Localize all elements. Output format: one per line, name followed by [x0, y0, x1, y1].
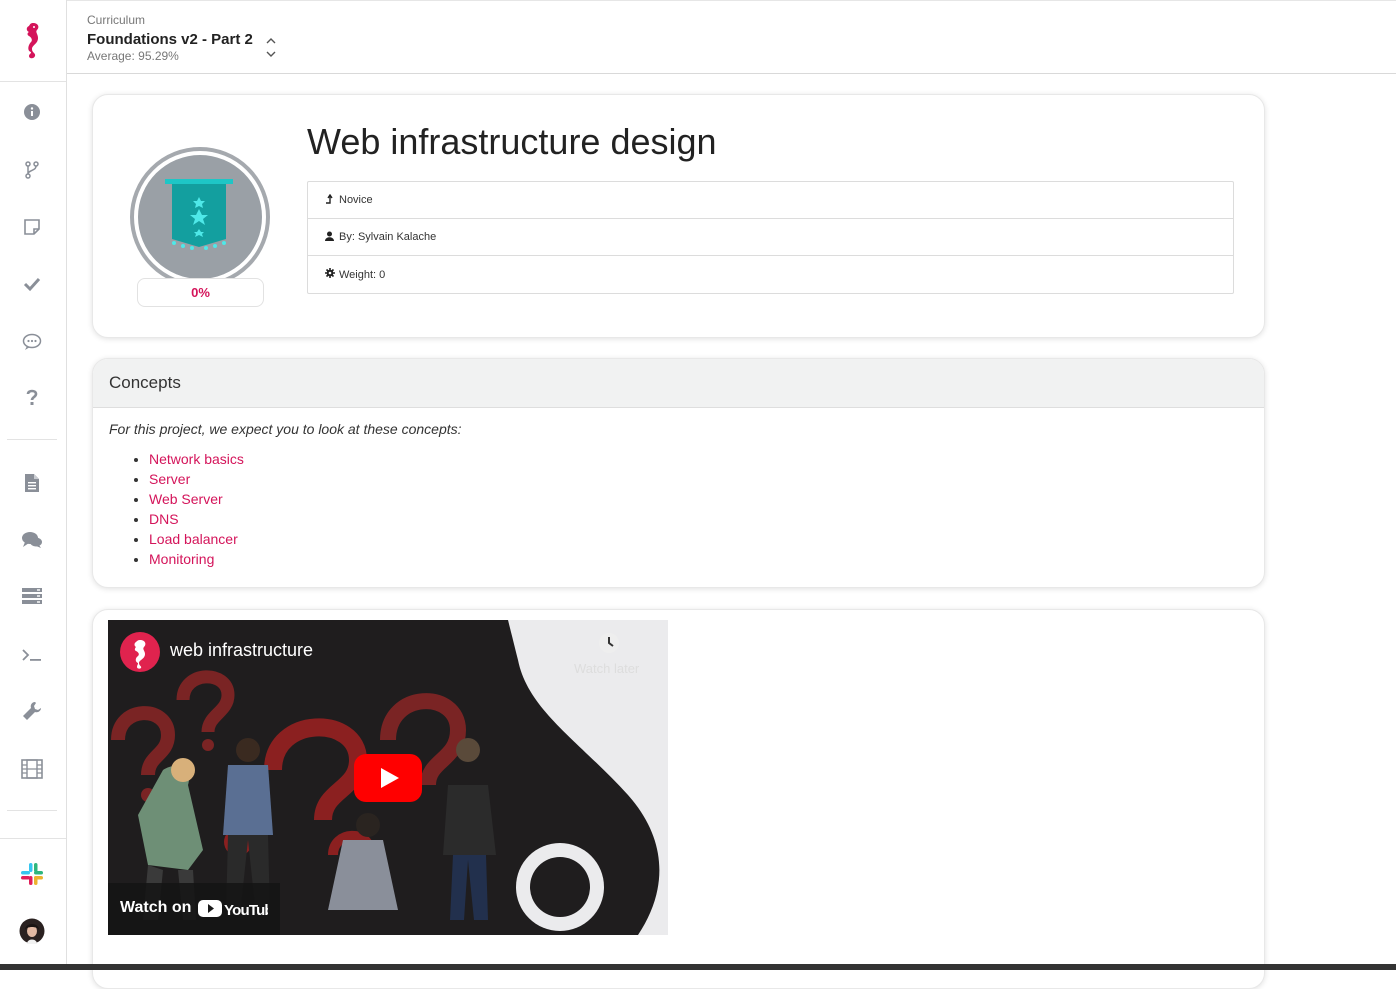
concept-link-load-balancer[interactable]: Load balancer [149, 531, 238, 547]
question-icon[interactable] [17, 383, 47, 413]
sticky-note-icon[interactable] [17, 212, 47, 242]
project-meta-list: Novice By: Sylvain Kalache Weight: 0 [307, 181, 1234, 294]
sidebar-divider [7, 810, 57, 811]
watch-on-youtube[interactable]: Watch on YouTube [108, 883, 280, 935]
curriculum-header: Curriculum Foundations v2 - Part 2 Avera… [67, 0, 1396, 74]
channel-logo-icon[interactable] [120, 632, 160, 672]
concept-link-monitoring[interactable]: Monitoring [149, 551, 214, 567]
document-icon[interactable] [17, 468, 47, 498]
slack-icon[interactable] [17, 859, 47, 889]
concept-link-web-server[interactable]: Web Server [149, 491, 223, 507]
list-item: Monitoring [149, 549, 244, 569]
project-title: Web infrastructure design [307, 121, 717, 162]
git-branch-icon[interactable] [17, 155, 47, 185]
concepts-card: Concepts For this project, we expect you… [92, 358, 1265, 588]
play-button[interactable] [354, 754, 422, 802]
meta-weight: Weight: 0 [308, 256, 1233, 293]
list-item: Load balancer [149, 529, 244, 549]
meta-level-text: Novice [339, 194, 373, 206]
concepts-heading: Concepts [93, 359, 1264, 408]
curriculum-label: Curriculum [87, 13, 146, 27]
concept-link-network-basics[interactable]: Network basics [149, 451, 244, 467]
chevron-up-down-icon [266, 38, 276, 57]
concept-link-dns[interactable]: DNS [149, 511, 179, 527]
seahorse-logo-icon [26, 22, 39, 58]
project-card: 0% Web infrastructure design Novice By: … [92, 94, 1265, 338]
watch-later-label[interactable]: Watch later [574, 661, 639, 676]
play-icon [354, 754, 422, 802]
list-item: Web Server [149, 489, 244, 509]
meta-level: Novice [308, 182, 1233, 219]
video-card: web infrastructure Watch later Watch on … [92, 609, 1265, 989]
info-icon[interactable] [17, 97, 47, 127]
clock-icon[interactable] [598, 632, 620, 654]
cog-icon [325, 268, 339, 281]
check-icon[interactable] [17, 269, 47, 299]
badge-icon [130, 147, 270, 287]
youtube-logo-icon: YouTube [198, 900, 268, 919]
svg-text:YouTube: YouTube [224, 902, 268, 919]
wrench-icon[interactable] [17, 696, 47, 726]
sidebar-divider [7, 439, 57, 440]
chat-icon[interactable] [17, 525, 47, 555]
curriculum-average: Average: 95.29% [87, 49, 179, 63]
curriculum-title[interactable]: Foundations v2 - Part 2 [87, 31, 253, 48]
concept-link-server[interactable]: Server [149, 471, 190, 487]
meta-weight-text: Weight: 0 [339, 268, 386, 281]
video-title[interactable]: web infrastructure [170, 640, 313, 661]
bottom-bar [0, 964, 1396, 970]
level-up-icon [325, 193, 339, 207]
sidebar [0, 0, 67, 970]
concepts-list: Network basics Server Web Server DNS Loa… [149, 449, 244, 569]
comments-icon[interactable] [17, 327, 47, 357]
user-icon [325, 231, 339, 244]
youtube-embed[interactable]: web infrastructure Watch later Watch on … [108, 620, 668, 935]
list-item: DNS [149, 509, 244, 529]
list-item: Network basics [149, 449, 244, 469]
sidebar-divider [0, 838, 66, 839]
watch-on-label: Watch on [120, 899, 192, 916]
holberton-logo[interactable] [0, 0, 66, 82]
concepts-intro: For this project, we expect you to look … [109, 421, 462, 437]
project-badge [130, 147, 270, 287]
curriculum-switcher[interactable] [264, 37, 278, 61]
meta-author: By: Sylvain Kalache [308, 219, 1233, 256]
film-icon[interactable] [17, 754, 47, 784]
list-item: Server [149, 469, 244, 489]
terminal-icon[interactable] [17, 640, 47, 670]
avatar[interactable] [17, 916, 47, 946]
meta-author-text: By: Sylvain Kalache [339, 231, 437, 243]
servers-icon[interactable] [17, 581, 47, 611]
project-progress: 0% [137, 278, 264, 307]
